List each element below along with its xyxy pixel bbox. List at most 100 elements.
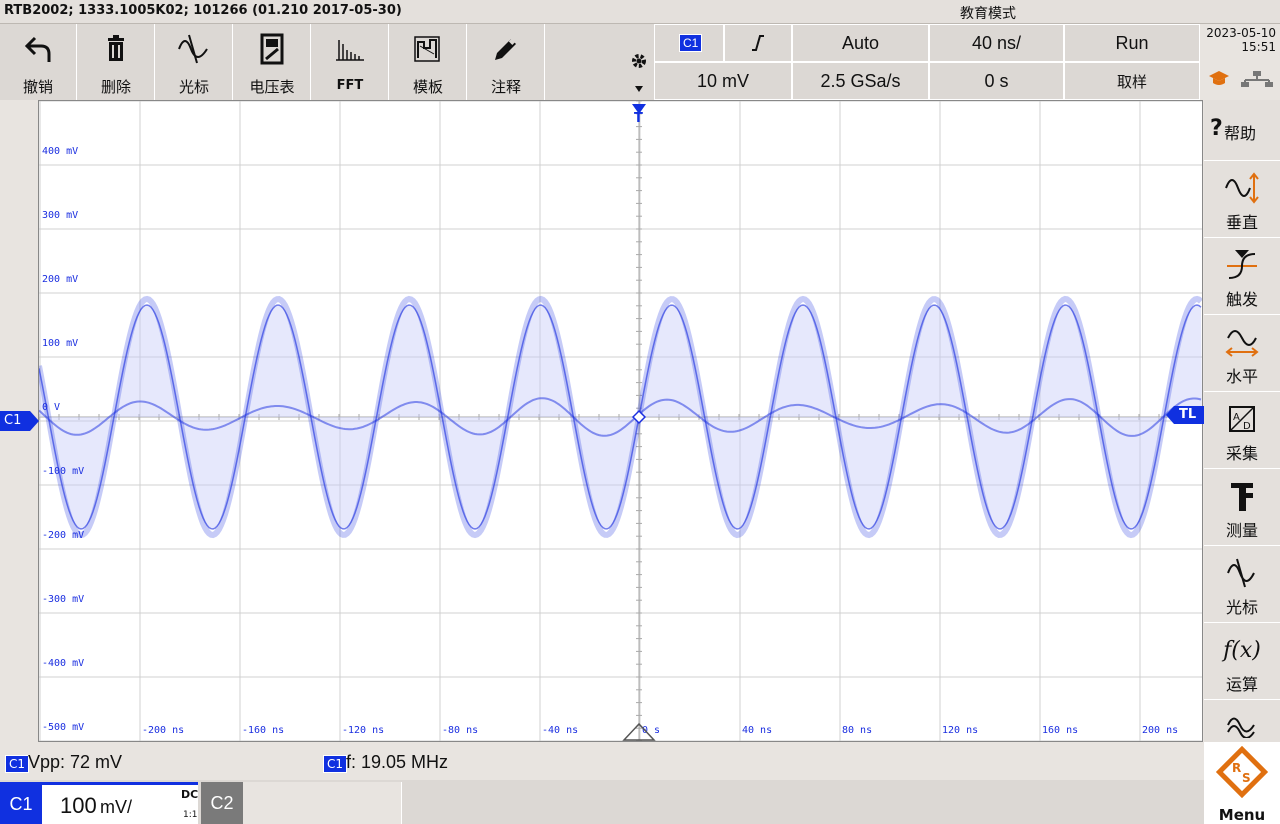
device-info: RTB2002; 1333.1005K02; 101266 (01.210 20… bbox=[4, 3, 402, 18]
network-icon[interactable] bbox=[1240, 70, 1274, 88]
undo-button[interactable]: 撤销 bbox=[0, 24, 77, 100]
channel-1-scale-unit: mV/ bbox=[100, 797, 133, 817]
cursor-label: 光标 bbox=[1225, 598, 1258, 617]
x-axis-label: -160 ns bbox=[242, 725, 285, 736]
position-button[interactable]: 0 s bbox=[929, 62, 1064, 100]
settings-gear-button[interactable] bbox=[624, 24, 654, 100]
trigger-level-label: TL bbox=[1179, 407, 1197, 422]
y-axis-label: 300 mV bbox=[42, 210, 79, 221]
rs-logo-icon: RS bbox=[1216, 746, 1268, 798]
waveform-display[interactable]: 400 mV 300 mV 200 mV 100 mV 0 V -100 mV -200 m… bbox=[38, 100, 1203, 742]
more-button[interactable] bbox=[1204, 700, 1280, 740]
svg-text:S: S bbox=[1242, 771, 1251, 785]
scale-button[interactable]: 10 mV bbox=[654, 62, 792, 100]
freq-measurement[interactable]: f: 19.05 MHz bbox=[346, 752, 448, 773]
fft-button[interactable]: FFT bbox=[312, 24, 389, 100]
channel-1-tab[interactable]: C1 100 mV/ DC 1:1 bbox=[0, 782, 198, 824]
vertical-icon bbox=[1225, 172, 1259, 204]
math-icon: f(x) bbox=[1223, 637, 1261, 663]
cursor-tool-label: 光标 bbox=[178, 78, 209, 96]
acquire-button[interactable]: AD 采集 bbox=[1204, 392, 1280, 469]
svg-text:D: D bbox=[1243, 421, 1251, 432]
channel-1-scale-value: 100 bbox=[60, 793, 97, 818]
waveform-canvas bbox=[39, 101, 1202, 741]
x-axis-label: 40 ns bbox=[742, 725, 773, 736]
delete-button[interactable]: 删除 bbox=[78, 24, 155, 100]
waveform-more-icon bbox=[1227, 717, 1255, 738]
waveform-envelope bbox=[39, 305, 1202, 529]
cursor-tool-button[interactable]: 光标 bbox=[156, 24, 233, 100]
y-axis-label: 100 mV bbox=[42, 338, 79, 349]
mask-icon bbox=[414, 36, 440, 62]
horizontal-label: 水平 bbox=[1225, 367, 1258, 386]
x-axis-label: -200 ns bbox=[142, 725, 185, 736]
cursor-icon bbox=[1227, 558, 1255, 588]
sample-rate-button[interactable]: 2.5 GSa/s bbox=[792, 62, 929, 100]
delete-label: 删除 bbox=[100, 78, 131, 96]
channel-marker-label: C1 bbox=[4, 413, 22, 428]
undo-label: 撤销 bbox=[22, 78, 53, 96]
menu-button[interactable]: RS Menu bbox=[1204, 742, 1280, 824]
horizontal-position-marker[interactable] bbox=[622, 722, 656, 742]
trigger-level-marker[interactable]: TL bbox=[1166, 406, 1204, 428]
x-axis-label: -40 ns bbox=[542, 725, 579, 736]
trigger-button[interactable]: 触发 bbox=[1204, 238, 1280, 315]
channel-marker[interactable]: C1 bbox=[0, 411, 40, 435]
mode-label: 教育模式 bbox=[960, 6, 1016, 22]
annotation-label: 注释 bbox=[490, 78, 521, 96]
voltmeter-button[interactable]: 电压表 bbox=[234, 24, 311, 100]
vertical-button[interactable]: 垂直 bbox=[1204, 161, 1280, 238]
trigger-position-label: T bbox=[634, 111, 643, 126]
voltmeter-label: 电压表 bbox=[249, 78, 295, 96]
x-axis-label: -120 ns bbox=[342, 725, 385, 736]
math-button[interactable]: f(x) 运算 bbox=[1204, 623, 1280, 700]
measure-icon bbox=[1231, 483, 1253, 511]
help-icon: ? bbox=[1210, 116, 1223, 141]
trigger-mode-button[interactable]: Auto bbox=[792, 24, 929, 62]
measurement-bar bbox=[0, 743, 1204, 780]
channel-1-label: C1 bbox=[0, 785, 42, 824]
menu-label: Menu bbox=[1218, 806, 1266, 824]
x-axis-label: 160 ns bbox=[1042, 725, 1079, 736]
trigger-icon bbox=[1227, 250, 1257, 279]
rising-edge-icon bbox=[752, 35, 764, 51]
trigger-position-marker[interactable]: T bbox=[632, 101, 646, 126]
title-bar: RTB2002; 1333.1005K02; 101266 (01.210 20… bbox=[0, 0, 1280, 24]
y-axis-label: -300 mV bbox=[42, 594, 85, 605]
annotation-button[interactable]: 注释 bbox=[468, 24, 545, 100]
time: 15:51 bbox=[1241, 40, 1276, 54]
cursor-button[interactable]: 光标 bbox=[1204, 546, 1280, 623]
channel-1-coupling: DC bbox=[181, 788, 199, 801]
acquire-label: 采集 bbox=[1225, 444, 1258, 463]
vpp-measurement[interactable]: Vpp: 72 mV bbox=[28, 752, 122, 773]
date: 2023-05-10 bbox=[1206, 26, 1276, 40]
y-axis-label: -400 mV bbox=[42, 658, 85, 669]
help-label: 帮助 bbox=[1224, 124, 1257, 143]
x-axis-label: 120 ns bbox=[942, 725, 979, 736]
education-hat-icon[interactable] bbox=[1208, 70, 1230, 88]
fft-icon bbox=[336, 40, 364, 61]
horizontal-icon bbox=[1225, 330, 1259, 357]
help-button[interactable]: ? 帮助 bbox=[1204, 100, 1280, 161]
svg-text:R: R bbox=[1232, 761, 1241, 775]
mask-button[interactable]: 模板 bbox=[390, 24, 467, 100]
datetime: 2023-05-10 15:51 bbox=[1206, 26, 1276, 54]
timebase-button[interactable]: 40 ns/ bbox=[929, 24, 1064, 62]
vpp-channel-badge: C1 bbox=[5, 755, 30, 773]
horizontal-button[interactable]: 水平 bbox=[1204, 315, 1280, 392]
channel-badge: C1 bbox=[679, 34, 703, 52]
run-button[interactable]: Run bbox=[1064, 24, 1200, 62]
trigger-label: 触发 bbox=[1225, 290, 1258, 309]
channel-2-tab[interactable]: C2 bbox=[201, 782, 243, 824]
freq-channel-badge: C1 bbox=[323, 755, 348, 773]
trigger-slope-button[interactable] bbox=[724, 24, 792, 62]
cursor-wave-icon bbox=[178, 34, 208, 64]
measure-label: 测量 bbox=[1225, 521, 1258, 540]
y-axis-label: -100 mV bbox=[42, 466, 85, 477]
y-axis-label: 400 mV bbox=[42, 146, 79, 157]
svg-text:A: A bbox=[1233, 412, 1240, 423]
measure-button[interactable]: 测量 bbox=[1204, 469, 1280, 546]
acq-mode-button[interactable]: 取样 bbox=[1064, 62, 1200, 100]
math-label: 运算 bbox=[1225, 675, 1258, 694]
channel-badge-cell[interactable]: C1 bbox=[654, 24, 724, 62]
